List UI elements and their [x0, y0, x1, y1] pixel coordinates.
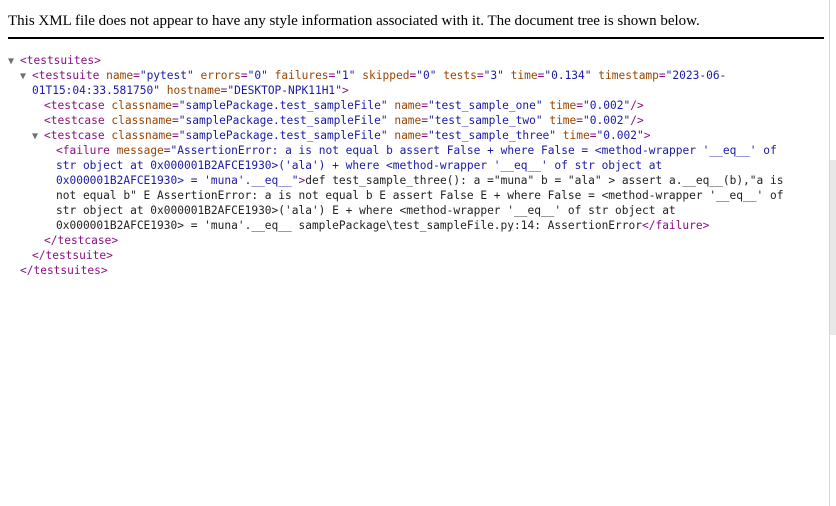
failure-line: <failure message="AssertionError: a is n… — [56, 144, 777, 157]
testcase-close-line: </testcase> — [44, 233, 118, 248]
attr-tests-value: 3 — [490, 69, 498, 82]
failure-close-tag: </failure> — [641, 219, 710, 232]
failure-line: str object at 0x000001B2AFCE1930>('ala')… — [56, 204, 676, 217]
testsuite-close-line: </testsuite> — [32, 248, 113, 263]
failure-line: str object at 0x000001B2AFCE1930>('ala')… — [56, 159, 663, 172]
testcase-line-expanded: ▼ <testcase classname="samplePackage.test… — [32, 129, 651, 144]
attr-skipped-value: 0 — [422, 69, 430, 82]
attr-name-value: pytest — [146, 69, 187, 82]
testcase-line: <testcase classname="samplePackage.test_… — [44, 99, 644, 112]
scrollbar-track[interactable] — [830, 160, 836, 335]
attr-errors-value: 0 — [254, 69, 262, 82]
testsuite-close-tag: </testsuite> — [32, 249, 113, 262]
testsuites-close-tag: </testsuites> — [20, 264, 108, 277]
failure-line: 0x000001B2AFCE1930> = 'muna'.__eq__ samp… — [56, 219, 710, 232]
testsuite-open-line: ▼ <testsuite name="pytest" errors="0" fai… — [20, 69, 727, 84]
no-style-info-banner: This XML file does not appear to have an… — [8, 13, 700, 29]
collapse-toggle-icon[interactable]: ▼ — [32, 129, 44, 144]
attr-time-value: 0.134 — [551, 69, 585, 82]
failure-text: def test_sample_three(): a ="muna" b = "… — [305, 174, 784, 187]
collapse-toggle-icon[interactable]: ▼ — [8, 54, 20, 69]
attr-timestamp-value: 2023-06- — [672, 69, 727, 82]
banner-divider — [8, 37, 824, 39]
testsuites-open-line: ▼ <testsuites> — [8, 53, 101, 69]
testcase-close-tag: </testcase> — [44, 234, 119, 247]
failure-line: not equal b" E AssertionError: a is not … — [56, 189, 784, 202]
collapse-toggle-icon[interactable]: ▼ — [20, 69, 32, 84]
failure-line: 0x000001B2AFCE1930> = 'muna'.__eq__">def… — [56, 174, 784, 187]
failure-message: AssertionError: a is not equal b assert … — [177, 144, 777, 157]
attr-timestamp-value-cont: 01T15:04:33.581750 — [32, 84, 154, 97]
testsuites-open-tag: <testsuites> — [20, 54, 101, 67]
attr-hostname-value: DESKTOP-NPK11H1 — [234, 84, 336, 97]
testsuites-close-line: </testsuites> — [20, 263, 108, 278]
testsuite-open-line-cont: 01T15:04:33.581750" hostname="DESKTOP-NP… — [32, 84, 349, 97]
attr-failures-value: 1 — [342, 69, 349, 82]
testcase-line: <testcase classname="samplePackage.test_… — [44, 114, 644, 127]
